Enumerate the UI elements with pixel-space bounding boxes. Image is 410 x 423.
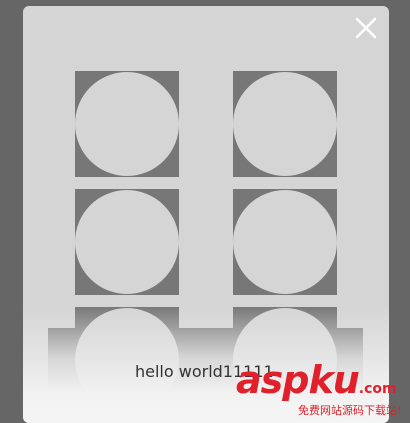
circle-image (75, 72, 179, 176)
close-button[interactable] (354, 16, 378, 40)
grid-tile[interactable] (75, 189, 179, 295)
watermark: aspku.com 免费网站源码下载站! (236, 360, 408, 420)
grid-tile[interactable] (75, 71, 179, 177)
circle-image (233, 72, 337, 176)
circle-image (233, 190, 337, 294)
watermark-tld: .com (358, 381, 397, 397)
watermark-tagline: 免费网站源码下载站! (298, 404, 402, 417)
watermark-logo-text: aspku (236, 358, 360, 402)
grid-tile[interactable] (233, 189, 337, 295)
grid-tile[interactable] (233, 71, 337, 177)
close-icon (355, 17, 377, 39)
circle-image (75, 190, 179, 294)
